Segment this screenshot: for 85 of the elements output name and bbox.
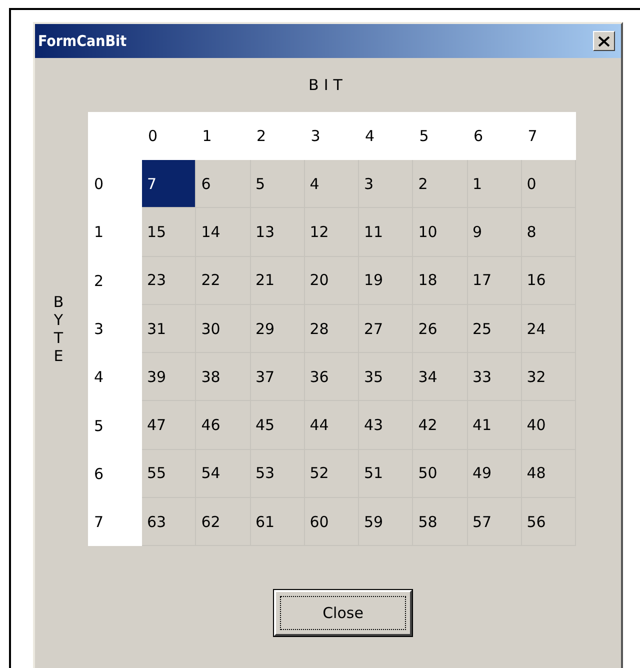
window-title: FormCanBit [38, 32, 127, 50]
grid-cell[interactable]: 42 [413, 401, 468, 450]
grid-cell[interactable]: 23 [142, 256, 196, 305]
grid-cell[interactable]: 6 [196, 160, 250, 208]
row-header: 7 [93, 512, 105, 534]
grid-cell[interactable]: 22 [196, 256, 250, 305]
row-header: 0 [93, 174, 105, 196]
column-header: 6 [472, 126, 484, 147]
grid-cell[interactable]: 0 [522, 160, 576, 208]
grid-cell[interactable]: 52 [304, 450, 359, 498]
grid-cell[interactable]: 62 [196, 498, 250, 546]
axis-label: BYTE [52, 293, 65, 366]
grid-cell[interactable]: 26 [413, 304, 468, 354]
grid-cell[interactable]: 11 [359, 208, 414, 257]
grid-cell[interactable]: 14 [196, 208, 250, 257]
grid-cell[interactable]: 17 [468, 256, 522, 305]
grid-cell[interactable]: 59 [359, 498, 414, 546]
grid-cell[interactable]: 16 [522, 256, 576, 305]
close-button[interactable]: Close [274, 590, 412, 636]
grid-cell[interactable]: 57 [468, 498, 522, 546]
grid-cell[interactable]: 4 [304, 160, 359, 208]
grid-cell[interactable]: 56 [522, 498, 576, 546]
grid-cell[interactable]: 45 [250, 401, 305, 450]
grid-cell[interactable]: 29 [250, 304, 305, 354]
row-header: 5 [93, 416, 105, 437]
grid-cell[interactable]: 44 [304, 401, 359, 450]
grid-cell[interactable]: 19 [359, 256, 414, 305]
grid-cell[interactable]: 9 [468, 208, 522, 257]
grid-cell[interactable]: 27 [359, 304, 414, 354]
grid-cell[interactable]: 2 [413, 160, 468, 208]
grid-cell[interactable]: 31 [142, 304, 196, 354]
axis-label: BIT [308, 76, 348, 94]
grid-cell[interactable]: 58 [413, 498, 468, 546]
grid-cell[interactable]: 49 [468, 450, 522, 498]
grid-cell[interactable]: 39 [142, 353, 196, 402]
grid-cell[interactable]: 55 [142, 450, 196, 498]
row-header: 3 [93, 319, 105, 340]
column-header: 2 [256, 126, 268, 147]
grid-cell[interactable]: 47 [142, 401, 196, 450]
grid-cell[interactable]: 38 [196, 353, 250, 402]
grid-cell[interactable]: 35 [359, 353, 414, 402]
grid-cell[interactable]: 13 [250, 208, 305, 257]
column-header: 4 [364, 126, 376, 147]
grid-cell[interactable]: 3 [359, 160, 414, 208]
grid-cell[interactable]: 15 [142, 208, 196, 257]
grid-cell[interactable]: 50 [413, 450, 468, 498]
row-header: 2 [93, 270, 105, 292]
close-icon[interactable] [593, 31, 615, 51]
grid-cell[interactable]: 46 [196, 401, 250, 450]
grid-cell[interactable]: 28 [304, 304, 359, 354]
grid-cell[interactable]: 36 [304, 353, 359, 402]
row-header: 4 [93, 367, 105, 388]
grid-cell[interactable]: 40 [522, 401, 576, 450]
grid-cell[interactable]: 8 [522, 208, 576, 257]
column-header: 5 [418, 126, 430, 147]
row-header: 1 [93, 222, 105, 244]
column-header: 1 [201, 126, 213, 147]
grid-cell[interactable]: 51 [359, 450, 414, 498]
grid-cell[interactable]: 60 [304, 498, 359, 546]
grid-cell[interactable]: 32 [522, 353, 576, 402]
grid-cell[interactable]: 30 [196, 304, 250, 354]
column-header: 7 [526, 126, 538, 147]
grid-cell[interactable]: 18 [413, 256, 468, 305]
grid-cell[interactable]: 61 [250, 498, 305, 546]
grid-cell[interactable]: 43 [359, 401, 414, 450]
grid-cell[interactable]: 63 [142, 498, 196, 546]
column-header: 3 [310, 126, 322, 147]
grid-cell[interactable]: 10 [413, 208, 468, 257]
grid-cell[interactable]: 54 [196, 450, 250, 498]
grid-cell[interactable]: 41 [468, 401, 522, 450]
grid-cell[interactable]: 21 [250, 256, 305, 305]
grid-cell[interactable]: 37 [250, 353, 305, 402]
grid-cell[interactable]: 5 [250, 160, 305, 208]
grid-cell[interactable]: 24 [522, 304, 576, 354]
grid-cell[interactable]: 12 [304, 208, 359, 257]
grid-cell[interactable]: 20 [304, 256, 359, 305]
grid-cell[interactable]: 25 [468, 304, 522, 354]
grid-cell[interactable]: 33 [468, 353, 522, 402]
row-header: 6 [93, 464, 105, 485]
grid-cell[interactable]: 48 [522, 450, 576, 498]
grid-cell[interactable]: 53 [250, 450, 305, 498]
grid-cell[interactable]: 34 [413, 353, 468, 402]
column-header: 0 [147, 126, 159, 147]
grid-cell[interactable]: 7 [142, 160, 196, 208]
grid-cell[interactable]: 1 [468, 160, 522, 208]
